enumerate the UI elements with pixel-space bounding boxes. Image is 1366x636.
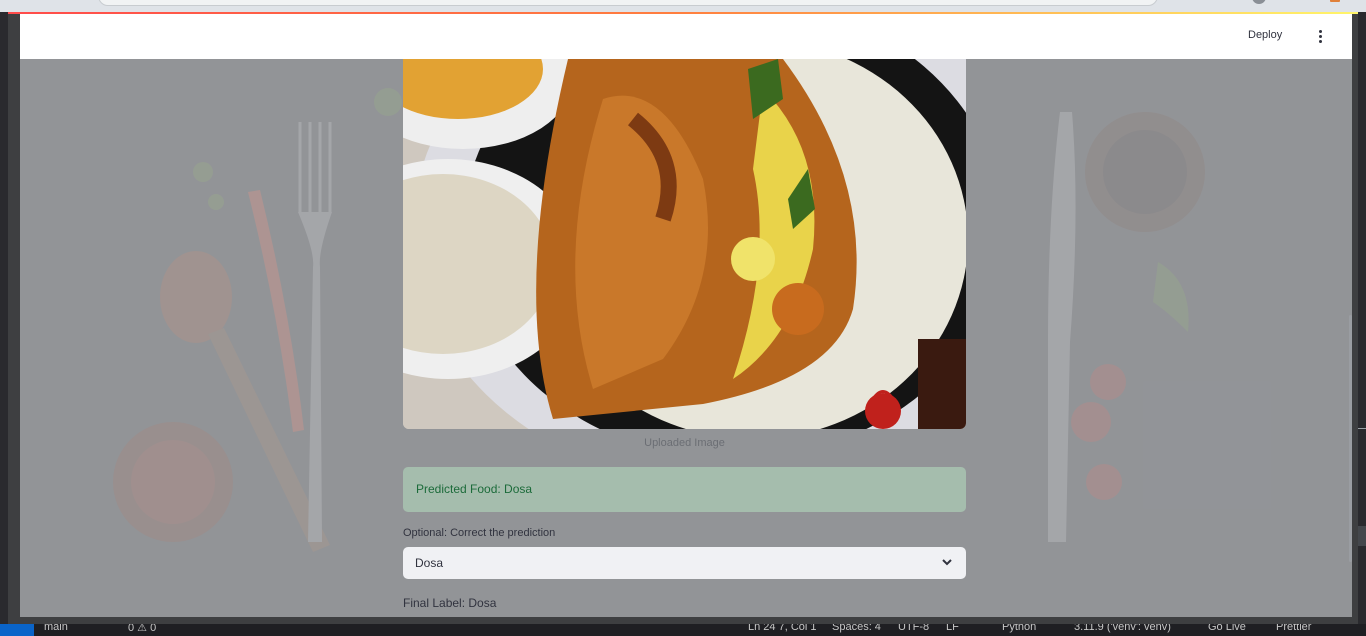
cursor-position[interactable]: Ln 24 7, Col 1 [748,624,817,633]
correction-label: Optional: Correct the prediction [403,527,556,539]
app-header: Deploy [20,14,1352,59]
encoding[interactable]: UTF-8 [898,624,929,633]
remote-indicator[interactable] [0,624,34,636]
browser-toolbar [0,0,1366,12]
chevron-down-icon[interactable] [940,555,954,569]
extension-icon[interactable] [1330,0,1340,2]
uploaded-image [403,59,966,429]
status-bar: main 0 ⚠ 0 Ln 24 7, Col 1 Spaces: 4 UTF-… [0,624,1366,636]
line-ending[interactable]: LF [946,624,959,633]
editor-left-edge [0,12,8,624]
correction-select-value: Dosa [415,556,444,570]
dosa-photo [403,59,966,429]
branch-label[interactable]: main [44,624,68,633]
app-scrollbar[interactable] [1349,315,1352,562]
go-live-button[interactable]: Go Live [1208,624,1246,633]
prediction-text: Predicted Food: Dosa [416,482,533,496]
editor-right-edge [1358,12,1366,624]
final-label: Final Label: Dosa [403,596,497,610]
profile-avatar[interactable] [1252,0,1266,4]
prettier-status[interactable]: Prettier [1276,624,1311,633]
more-vertical-icon[interactable] [1314,26,1326,46]
indentation[interactable]: Spaces: 4 [832,624,881,633]
correction-select[interactable]: Dosa [403,547,966,579]
streamlit-app: Deploy Uploaded Image Predicted Food: Do… [8,12,1358,624]
image-caption: Uploaded Image [644,437,725,449]
editor-minimap-slider[interactable] [1358,526,1366,546]
address-bar[interactable] [98,0,1158,6]
editor-ruler [1358,428,1366,429]
deploy-button[interactable]: Deploy [1248,29,1282,41]
prediction-success-alert: Predicted Food: Dosa [403,467,966,512]
problems-count[interactable]: 0 ⚠ 0 [128,624,156,634]
python-interpreter[interactable]: 3.11.9 ('venv': venv) [1074,624,1171,633]
language-mode[interactable]: Python [1002,624,1036,633]
